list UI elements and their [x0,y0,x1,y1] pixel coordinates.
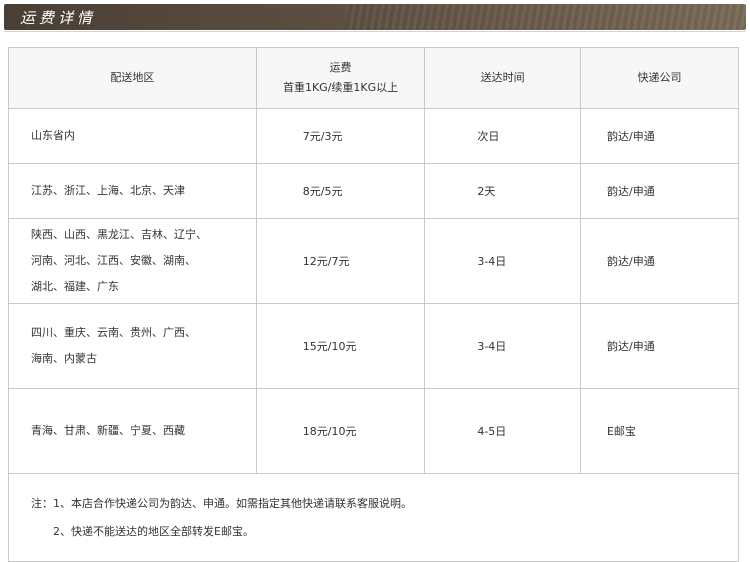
shipping-fee-table: 配送地区 运费 首重1KG/续重1KG以上 送达时间 快递公司 山东省内 7元/… [8,47,740,562]
time-cell: 3-4日 [424,303,581,389]
table-row: 江苏、浙江、上海、北京、天津 8元/5元 2天 韵达/申通 [8,163,740,219]
table-row: 山东省内 7元/3元 次日 韵达/申通 [8,108,740,164]
fee-cell: 12元/7元 [255,218,426,304]
region-line: 四川、重庆、云南、贵州、广西、 [31,326,196,339]
courier-cell: 韵达/申通 [579,163,740,219]
header-fee-label: 运费 [329,61,352,74]
courier-cell: 韵达/申通 [579,218,740,304]
time-cell: 4-5日 [424,388,581,474]
region-cell: 青海、甘肃、新疆、宁夏、西藏 [8,388,257,474]
region-line: 青海、甘肃、新疆、宁夏、西藏 [31,424,185,437]
region-line: 江苏、浙江、上海、北京、天津 [31,184,185,197]
note-1: 注：1、本店合作快递公司为韵达、申通。如需指定其他快递请联系客服说明。 [31,496,412,510]
region-line: 山东省内 [31,129,75,142]
courier-cell: 韵达/申通 [579,303,740,389]
region-cell: 山东省内 [8,108,257,164]
courier-cell: 韵达/申通 [579,108,740,164]
time-cell: 3-4日 [424,218,581,304]
header-courier: 快递公司 [579,47,740,109]
notes-row: 注：1、本店合作快递公司为韵达、申通。如需指定其他快递请联系客服说明。 2、快递… [8,473,739,562]
time-cell: 次日 [424,108,581,164]
note-2: 2、快递不能送达的地区全部转发E邮宝。 [53,524,254,538]
courier-cell: E邮宝 [579,388,740,474]
region-line: 海南、内蒙古 [31,352,97,365]
region-line: 湖北、福建、广东 [31,280,119,293]
header-texture [346,4,746,30]
section-title: 运费详情 [20,9,97,27]
notes-cell: 注：1、本店合作快递公司为韵达、申通。如需指定其他快递请联系客服说明。 2、快递… [8,473,739,562]
table-header-row: 配送地区 运费 首重1KG/续重1KG以上 送达时间 快递公司 [8,47,740,109]
fee-cell: 7元/3元 [255,108,426,164]
section-header: 运费详情 [4,4,746,30]
table-row: 青海、甘肃、新疆、宁夏、西藏 18元/10元 4-5日 E邮宝 [8,388,740,474]
header-region: 配送地区 [8,47,257,109]
region-cell: 江苏、浙江、上海、北京、天津 [8,163,257,219]
fee-cell: 8元/5元 [255,163,426,219]
region-cell: 陕西、山西、黑龙江、吉林、辽宁、 河南、河北、江西、安徽、湖南、 湖北、福建、广… [8,218,257,304]
header-divider [4,31,746,32]
header-delivery-time: 送达时间 [424,47,581,109]
table-row: 四川、重庆、云南、贵州、广西、 海南、内蒙古 15元/10元 3-4日 韵达/申… [8,303,740,389]
table-row: 陕西、山西、黑龙江、吉林、辽宁、 河南、河北、江西、安徽、湖南、 湖北、福建、广… [8,218,740,304]
header-fee: 运费 首重1KG/续重1KG以上 [255,47,426,109]
header-fee-weight: 首重1KG/续重1KG以上 [282,81,399,94]
region-cell: 四川、重庆、云南、贵州、广西、 海南、内蒙古 [8,303,257,389]
fee-cell: 18元/10元 [255,388,426,474]
region-line: 陕西、山西、黑龙江、吉林、辽宁、 [31,228,207,241]
fee-cell: 15元/10元 [255,303,426,389]
time-cell: 2天 [424,163,581,219]
region-line: 河南、河北、江西、安徽、湖南、 [31,254,196,267]
